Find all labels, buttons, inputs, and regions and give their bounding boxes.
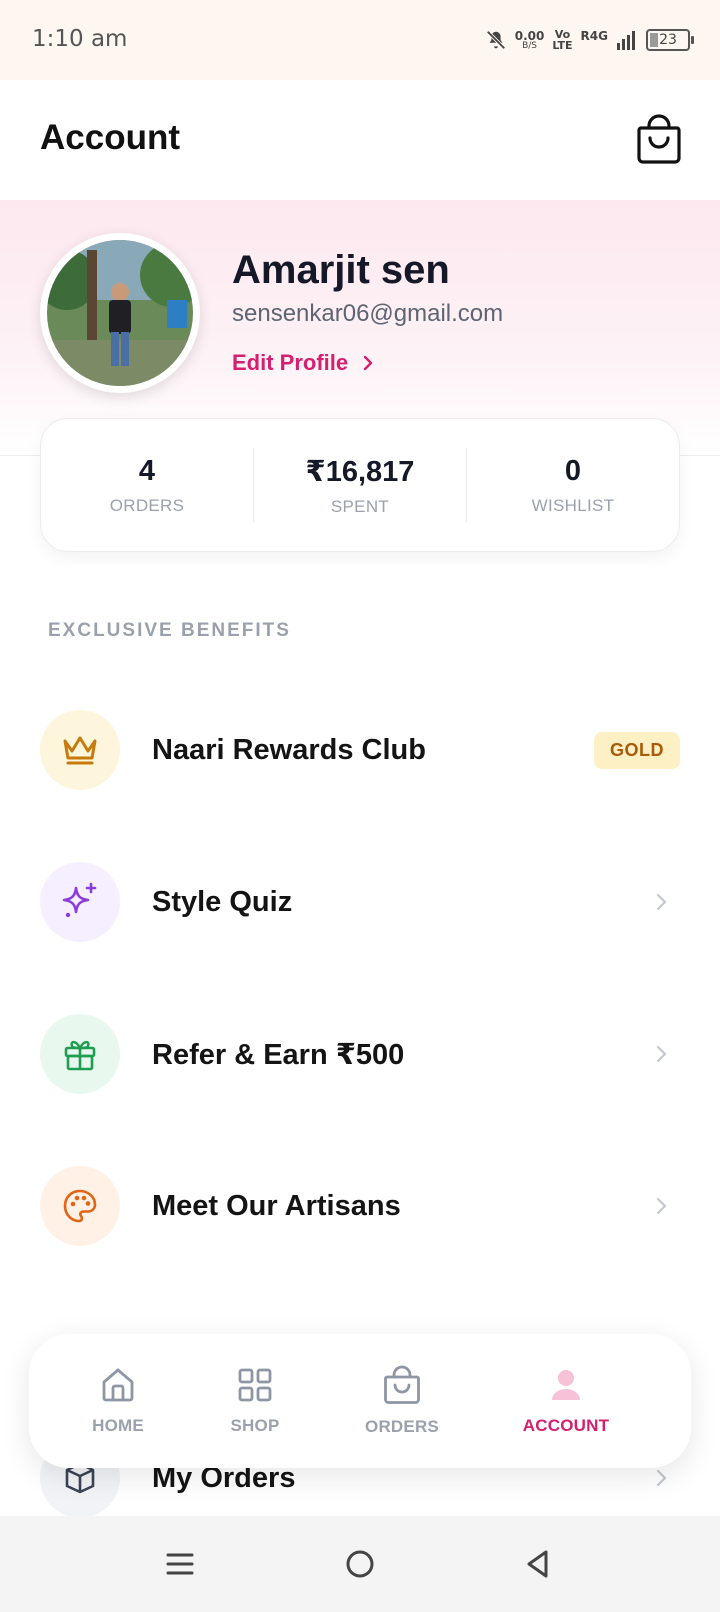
stat-value: ₹16,817 — [305, 455, 415, 488]
user-icon — [552, 1370, 580, 1400]
menu-icon — [166, 1553, 194, 1575]
chevron-right-icon — [656, 1045, 667, 1063]
item-label: Style Quiz — [152, 885, 293, 918]
system-nav-bar — [0, 1516, 720, 1612]
grid-icon — [238, 1368, 272, 1402]
list-item-rewards-club[interactable]: Naari Rewards Club GOLD — [40, 710, 680, 790]
nav-account[interactable]: ACCOUNT — [499, 1334, 633, 1468]
shopping-bag-icon — [637, 114, 681, 164]
avatar-photo — [47, 240, 193, 386]
chevron-right-icon — [363, 355, 373, 371]
network-type: R4G — [580, 29, 608, 43]
back-button[interactable] — [518, 1544, 558, 1584]
status-bar: 1:10 am 0.00 B/S Vo LTE R4G 23 — [0, 0, 720, 80]
home-button[interactable] — [340, 1544, 380, 1584]
nav-label: ACCOUNT — [522, 1416, 610, 1435]
recents-button[interactable] — [160, 1544, 200, 1584]
cart-button[interactable] — [636, 114, 682, 164]
stat-spent: ₹16,817 SPENT — [253, 448, 466, 522]
back-triangle-icon — [527, 1550, 548, 1578]
nav-shop[interactable]: SHOP — [214, 1334, 296, 1468]
nav-label: HOME — [92, 1416, 144, 1435]
avatar[interactable] — [40, 233, 200, 393]
nav-orders[interactable]: ORDERS — [347, 1334, 457, 1468]
stat-wishlist[interactable]: 0 WISHLIST — [466, 448, 679, 522]
chevron-right-icon — [656, 1469, 667, 1487]
nav-label: ORDERS — [365, 1417, 439, 1436]
nav-label: SHOP — [230, 1416, 280, 1435]
bottom-nav: HOME SHOP ORDERS ACCOUNT — [29, 1334, 691, 1468]
nav-home[interactable]: HOME — [69, 1334, 167, 1468]
page-title: Account — [40, 118, 180, 157]
stat-value: 4 — [138, 454, 156, 487]
battery-icon: 23 — [646, 29, 694, 51]
crown-icon — [40, 710, 120, 790]
net-speed-value: 0.00 — [514, 28, 545, 43]
stat-label: ORDERS — [109, 495, 185, 515]
status-icons: 0.00 B/S Vo LTE R4G 23 — [485, 24, 694, 56]
home-icon — [102, 1368, 134, 1402]
bell-off-icon — [486, 30, 506, 50]
signal-icon — [617, 31, 635, 50]
stat-label: SPENT — [330, 496, 390, 516]
palette-icon — [40, 1166, 120, 1246]
stat-value: 0 — [564, 454, 582, 487]
app-header: Account — [0, 80, 720, 200]
gift-icon — [40, 1014, 120, 1094]
chevron-right-icon — [656, 1197, 667, 1215]
volte-indicator: Vo LTE — [552, 29, 572, 51]
item-label: Refer & Earn ₹500 — [152, 1038, 405, 1071]
tier-badge: GOLD — [594, 731, 680, 769]
battery-level: 23 — [659, 32, 677, 48]
bag-icon — [384, 1365, 420, 1404]
list-item-refer-earn[interactable]: Refer & Earn ₹500 — [40, 1014, 680, 1094]
net-speed: 0.00 B/S — [515, 30, 545, 51]
chevron-right-icon — [656, 893, 667, 911]
edit-profile-label: Edit Profile — [232, 350, 349, 375]
circle-icon — [346, 1550, 374, 1578]
volte-bottom: LTE — [552, 39, 573, 52]
status-time: 1:10 am — [32, 26, 128, 52]
user-name: Amarjit sen — [232, 248, 450, 292]
section-title: EXCLUSIVE BENEFITS — [48, 620, 291, 641]
stat-orders[interactable]: 4 ORDERS — [41, 448, 253, 522]
net-speed-unit: B/S — [522, 40, 537, 51]
stats-card: 4 ORDERS ₹16,817 SPENT 0 WISHLIST — [40, 418, 680, 552]
user-email: sensenkar06@gmail.com — [232, 300, 504, 327]
stat-label: WISHLIST — [531, 495, 615, 515]
item-label: Naari Rewards Club — [152, 733, 426, 766]
list-item-artisans[interactable]: Meet Our Artisans — [40, 1166, 680, 1246]
item-label: Meet Our Artisans — [152, 1189, 401, 1222]
edit-profile-link[interactable]: Edit Profile — [232, 350, 374, 376]
sparkles-icon — [40, 862, 120, 942]
list-item-style-quiz[interactable]: Style Quiz — [40, 862, 680, 942]
